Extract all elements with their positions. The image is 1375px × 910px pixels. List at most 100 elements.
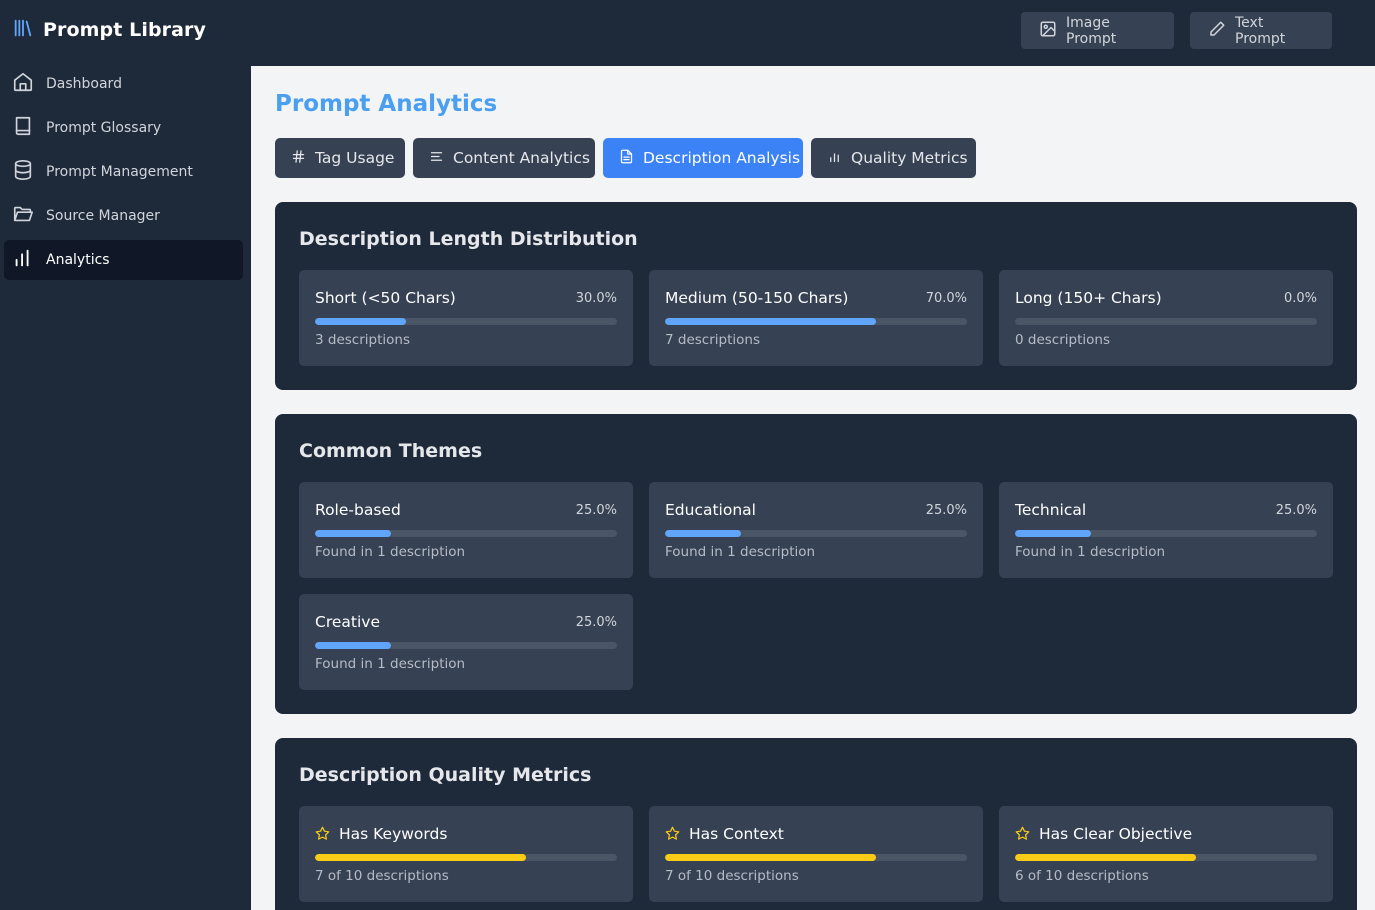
panel-title: Common Themes (299, 440, 483, 462)
sidebar-item-source-manager[interactable]: Source Manager (4, 196, 243, 236)
bar-chart-icon (12, 247, 34, 273)
theme-card-technical: Technical 25.0% Found in 1 description (999, 482, 1333, 578)
progress-fill (665, 854, 877, 861)
library-icon (12, 17, 34, 43)
sidebar-item-analytics[interactable]: Analytics (4, 240, 243, 280)
hash-icon (291, 149, 306, 168)
card-subtext: 6 of 10 descriptions (1015, 868, 1149, 884)
quality-card-clear-objective: Has Clear Objective 6 of 10 descriptions (999, 806, 1333, 902)
card-label: Technical (1015, 501, 1087, 519)
star-icon (665, 826, 680, 845)
card-label: Short (<50 Chars) (315, 289, 456, 307)
progress-fill (315, 318, 406, 325)
card-subtext: 7 of 10 descriptions (315, 868, 449, 884)
image-prompt-label: Image Prompt (1066, 14, 1117, 47)
card-percent: 0.0% (1283, 291, 1317, 306)
sidebar-item-label: Prompt Management (46, 164, 193, 180)
card-label: Has Keywords (339, 825, 448, 843)
card-subtext: Found in 1 description (315, 656, 466, 672)
length-card-medium: Medium (50-150 Chars) 70.0% 7 descriptio… (649, 270, 983, 366)
quality-metrics-panel: Description Quality Metrics Has Keywords… (275, 738, 1357, 910)
sidebar-item-label: Analytics (46, 252, 110, 268)
tab-label: Content Analytics (453, 149, 590, 167)
pencil-icon (1208, 20, 1226, 42)
card-label: Role-based (315, 501, 401, 519)
card-percent: 25.0% (575, 615, 617, 630)
file-text-icon (619, 149, 634, 168)
progress-track (665, 318, 967, 325)
length-card-long: Long (150+ Chars) 0.0% 0 descriptions (999, 270, 1333, 366)
card-percent: 25.0% (925, 503, 967, 518)
brand: Prompt Library (12, 17, 206, 43)
top-bar: Prompt Library Image Prompt Text Prompt (0, 0, 1375, 66)
card-label: Long (150+ Chars) (1015, 289, 1162, 307)
card-subtext: 7 of 10 descriptions (665, 868, 799, 884)
image-prompt-button[interactable]: Image Prompt (1021, 12, 1174, 49)
panel-title: Description Quality Metrics (299, 764, 592, 786)
image-icon (1039, 20, 1057, 42)
app-title: Prompt Library (43, 19, 207, 41)
text-prompt-button[interactable]: Text Prompt (1190, 12, 1332, 49)
folder-icon (12, 203, 34, 229)
tab-tag-usage[interactable]: Tag Usage (275, 138, 405, 178)
card-subtext: 7 descriptions (665, 332, 760, 348)
progress-track (315, 642, 617, 649)
progress-track (1015, 318, 1317, 325)
panel-title: Description Length Distribution (299, 228, 638, 250)
sidebar-item-dashboard[interactable]: Dashboard (4, 64, 243, 104)
tab-label: Description Analysis (643, 149, 801, 167)
common-themes-panel: Common Themes Role-based 25.0% Found in … (275, 414, 1357, 714)
theme-card-creative: Creative 25.0% Found in 1 description (299, 594, 633, 690)
sidebar-item-prompt-management[interactable]: Prompt Management (4, 152, 243, 192)
card-percent: 30.0% (575, 291, 617, 306)
card-subtext: 0 descriptions (1015, 332, 1110, 348)
star-icon (315, 826, 330, 845)
theme-card-educational: Educational 25.0% Found in 1 description (649, 482, 983, 578)
card-label: Creative (315, 613, 380, 631)
page-title: Prompt Analytics (275, 91, 498, 117)
book-icon (12, 115, 34, 141)
progress-fill (315, 530, 391, 537)
length-card-short: Short (<50 Chars) 30.0% 3 descriptions (299, 270, 633, 366)
progress-fill (315, 854, 527, 861)
progress-fill (315, 642, 391, 649)
database-icon (12, 159, 34, 185)
card-subtext: 3 descriptions (315, 332, 410, 348)
card-percent: 70.0% (925, 291, 967, 306)
progress-track (1015, 854, 1317, 861)
star-icon (1015, 826, 1030, 845)
progress-track (315, 530, 617, 537)
quality-card-keywords: Has Keywords 7 of 10 descriptions (299, 806, 633, 902)
align-left-icon (429, 149, 444, 168)
tab-content-analytics[interactable]: Content Analytics (413, 138, 595, 178)
progress-fill (1015, 530, 1091, 537)
bar-chart-icon (827, 149, 842, 168)
sidebar-item-label: Dashboard (46, 76, 122, 92)
length-distribution-panel: Description Length Distribution Short (<… (275, 202, 1357, 390)
progress-fill (665, 530, 741, 537)
sidebar-item-prompt-glossary[interactable]: Prompt Glossary (4, 108, 243, 148)
card-label: Has Context (689, 825, 784, 843)
sidebar-item-label: Source Manager (46, 208, 160, 224)
tab-label: Tag Usage (315, 149, 395, 167)
sidebar-item-label: Prompt Glossary (46, 120, 162, 136)
home-icon (12, 71, 34, 97)
card-percent: 25.0% (575, 503, 617, 518)
progress-track (665, 854, 967, 861)
tab-description-analysis[interactable]: Description Analysis (603, 138, 803, 178)
text-prompt-label: Text Prompt (1235, 14, 1286, 47)
card-percent: 25.0% (1275, 503, 1317, 518)
card-subtext: Found in 1 description (1015, 544, 1166, 560)
main-content: Prompt Analytics Tag Usage Content Analy… (251, 66, 1375, 910)
tab-label: Quality Metrics (851, 149, 968, 167)
card-subtext: Found in 1 description (315, 544, 466, 560)
progress-track (1015, 530, 1317, 537)
progress-track (315, 318, 617, 325)
sidebar: Dashboard Prompt Glossary Prompt Managem… (0, 66, 251, 910)
tab-quality-metrics[interactable]: Quality Metrics (811, 138, 976, 178)
quality-card-context: Has Context 7 of 10 descriptions (649, 806, 983, 902)
card-label: Educational (665, 501, 756, 519)
progress-fill (665, 318, 877, 325)
progress-track (315, 854, 617, 861)
card-subtext: Found in 1 description (665, 544, 816, 560)
